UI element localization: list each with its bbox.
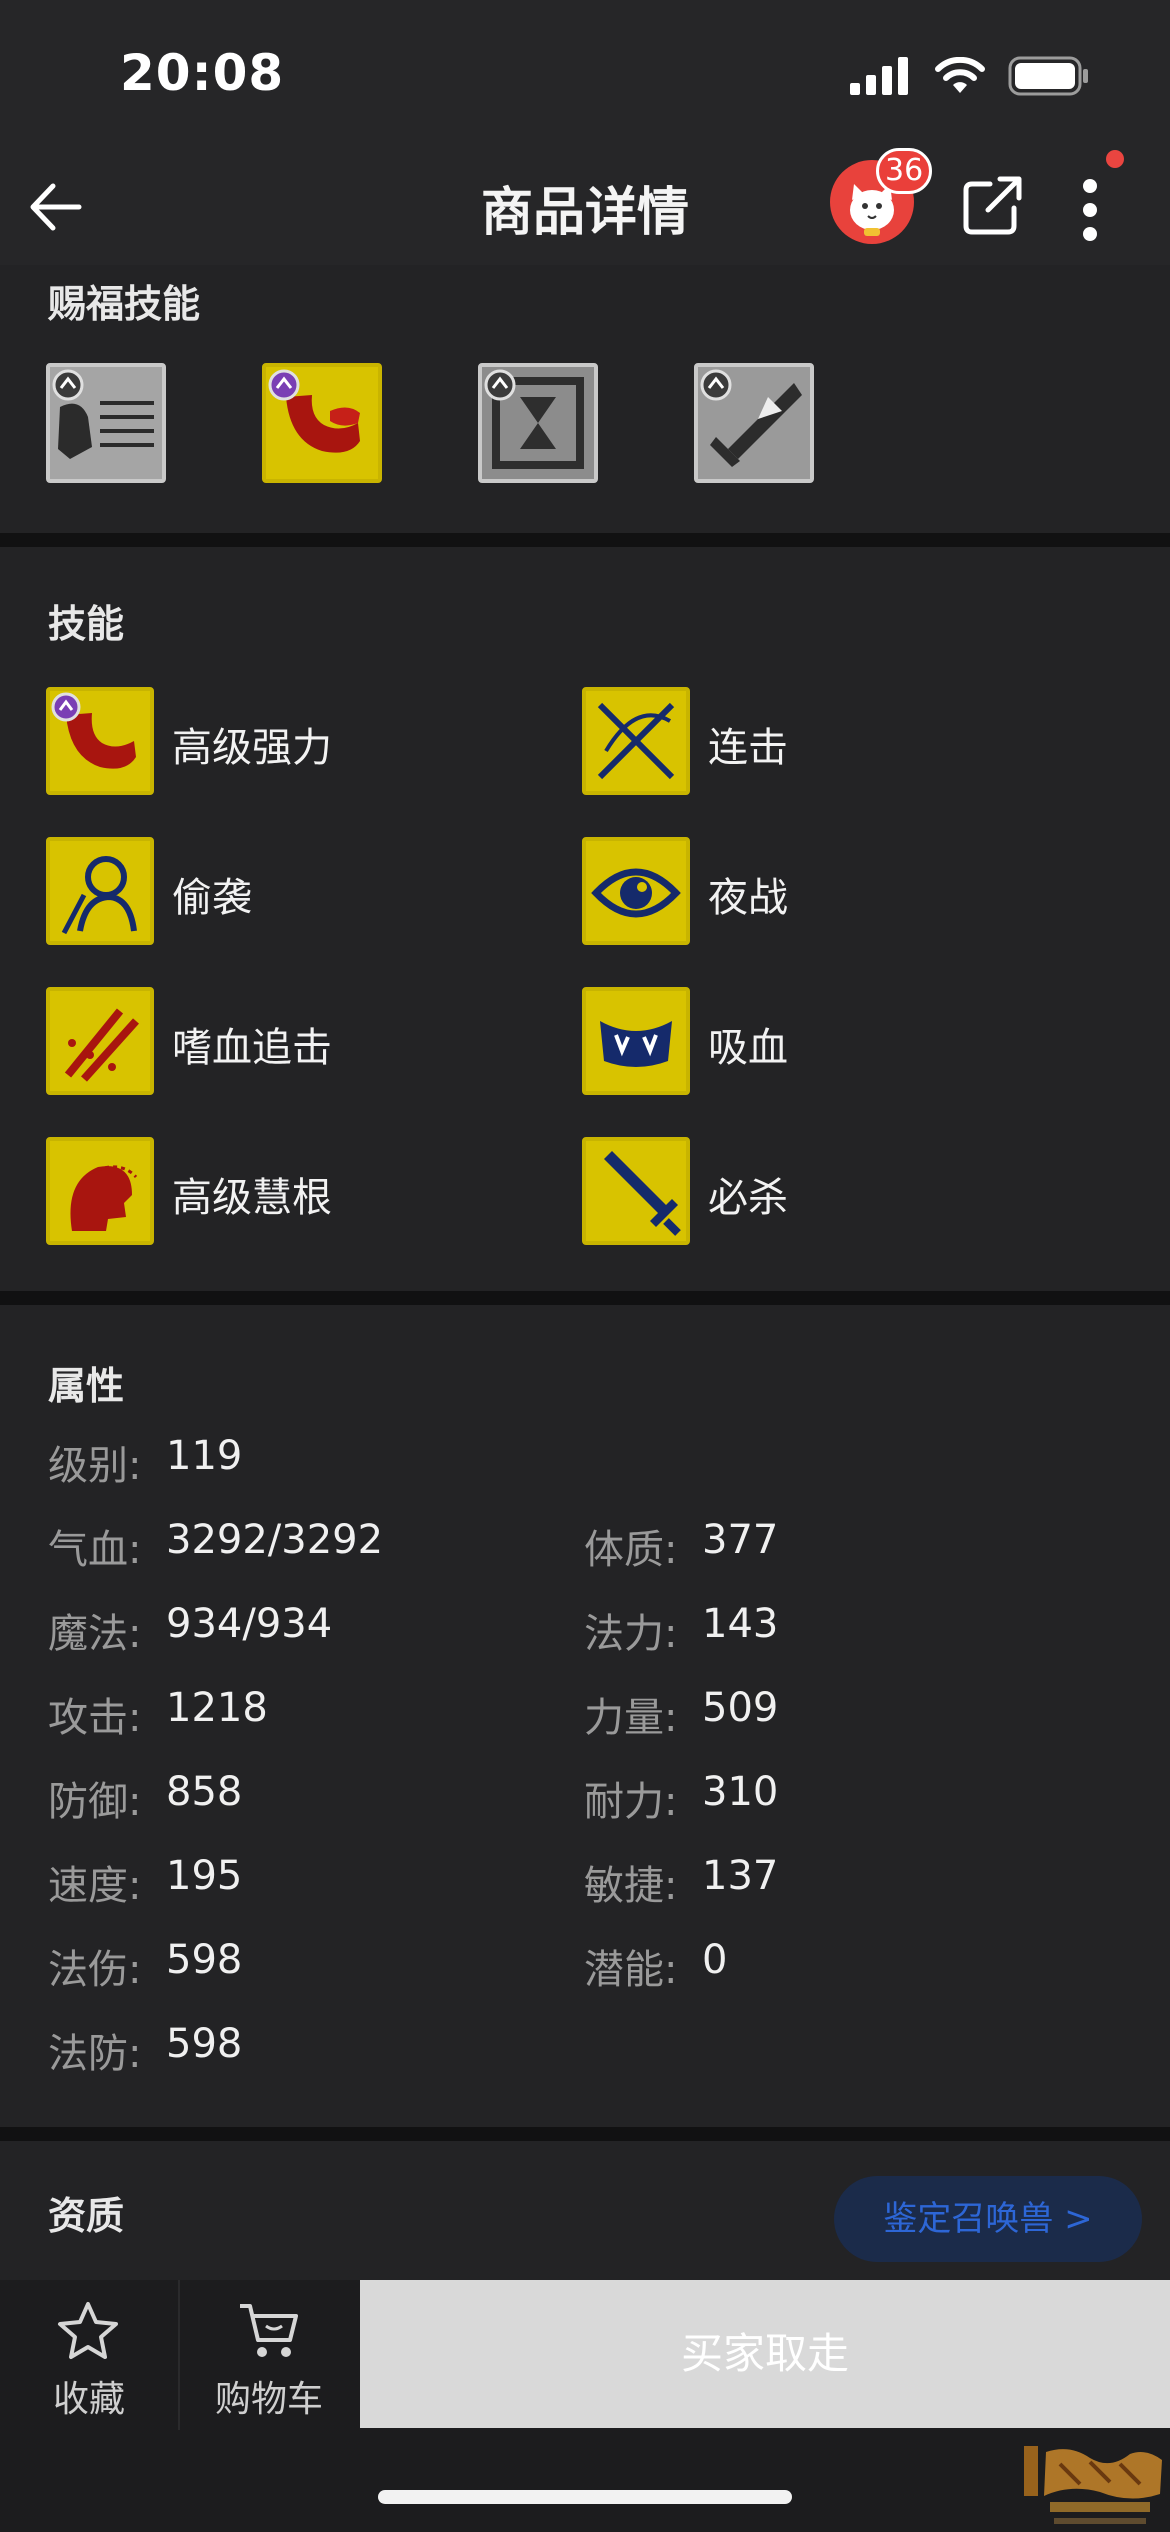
skill-label: 高级强力 [172,725,332,771]
attr-label: 防御: [48,1779,142,1825]
skill-label: 高级慧根 [172,1175,332,1221]
skill-icon-combo[interactable] [582,687,690,795]
attr-label: 攻击: [48,1695,142,1741]
battery-icon [1008,56,1088,96]
attr-value: 137 [702,1853,779,1899]
blessing-skill-2-icon[interactable] [262,363,382,483]
cart-button[interactable]: 购物车 [178,2280,358,2430]
attr-value: 509 [702,1685,779,1731]
game-forum-watermark-logo [1024,2446,1162,2524]
skill-icon-strength[interactable] [46,687,154,795]
attr-value: 858 [166,1769,243,1815]
status-time: 20:08 [120,44,285,102]
nav-bar: 商品详情 36 [0,148,1170,265]
cart-label: 购物车 [214,2379,323,2420]
divider [0,1291,1170,1305]
more-indicator-dot [1106,150,1124,168]
attr-value: 1218 [166,1685,268,1731]
attr-value: 3292/3292 [166,1517,384,1563]
blessing-section: 赐福技能 [0,265,1170,533]
blessing-skill-4-icon[interactable] [694,363,814,483]
attributes-title: 属性 [48,1364,125,1408]
skill-label: 偷袭 [172,875,252,921]
attr-value: 598 [166,2021,243,2067]
attr-label: 法力: [584,1611,678,1657]
skill-icon-night-battle[interactable] [582,837,690,945]
more-vertical-icon [1083,179,1097,241]
attr-value: 598 [166,1937,243,1983]
star-icon [58,2302,118,2359]
cart-icon [240,2304,298,2357]
attr-value: 143 [702,1601,779,1647]
buyer-pickup-button[interactable]: 买家取走 [360,2280,1170,2428]
signal-icon [850,57,908,95]
skill-label: 必杀 [708,1175,788,1221]
blessing-title: 赐福技能 [48,282,201,326]
aptitude-title: 资质 [48,2194,125,2238]
attr-value: 195 [166,1853,243,1899]
skill-icon-wisdom[interactable] [46,1137,154,1245]
blessing-skill-3-icon[interactable] [478,363,598,483]
status-bar: 20:08 [0,0,1170,150]
attr-label: 敏捷: [584,1863,678,1909]
skill-label: 嗜血追击 [172,1025,332,1071]
attr-value: 377 [702,1517,779,1563]
skills-section: 技能 高级强力 连击 偷袭 夜战 嗜血追击 吸血 高级慧根 必杀 [0,547,1170,1291]
share-button[interactable] [958,170,1028,240]
skill-label: 连击 [708,725,788,771]
status-icons [850,56,1090,96]
attr-value: 0 [702,1937,728,1983]
attr-label-level: 级别: [48,1443,142,1489]
attr-label: 体质: [584,1527,678,1573]
attr-value: 310 [702,1769,779,1815]
attr-label: 耐力: [584,1779,678,1825]
divider [0,533,1170,547]
skill-icon-sneak[interactable] [46,837,154,945]
blessing-skill-1-icon[interactable] [46,363,166,483]
skills-title: 技能 [48,602,125,646]
home-indicator [378,2490,792,2504]
skill-icon-bloodthirst[interactable] [46,987,154,1095]
attr-label: 速度: [48,1863,142,1909]
share-icon [963,176,1022,235]
attr-label: 法伤: [48,1947,142,1993]
attributes-section: 属性 级别: 119 气血: 3292/3292 魔法: 934/934 攻击:… [0,1305,1170,2127]
divider [0,2127,1170,2141]
attr-value: 934/934 [166,1601,333,1647]
attr-value-level: 119 [166,1433,243,1479]
attr-label: 潜能: [584,1947,678,1993]
skill-icon-vampire[interactable] [582,987,690,1095]
attr-label: 气血: [48,1527,142,1573]
notification-badge: 36 [876,148,933,194]
appraise-summon-button[interactable]: 鉴定召唤兽 > [834,2176,1142,2262]
attr-label: 法防: [48,2031,142,2077]
skill-label: 吸血 [708,1025,788,1071]
more-button[interactable] [1065,170,1115,250]
skill-label: 夜战 [708,875,788,921]
favorite-button[interactable]: 收藏 [0,2280,178,2430]
wifi-icon [935,57,985,93]
skill-icon-critical[interactable] [582,1137,690,1245]
attr-label: 力量: [584,1695,678,1741]
favorite-label: 收藏 [52,2379,125,2420]
attr-label: 魔法: [48,1611,142,1657]
